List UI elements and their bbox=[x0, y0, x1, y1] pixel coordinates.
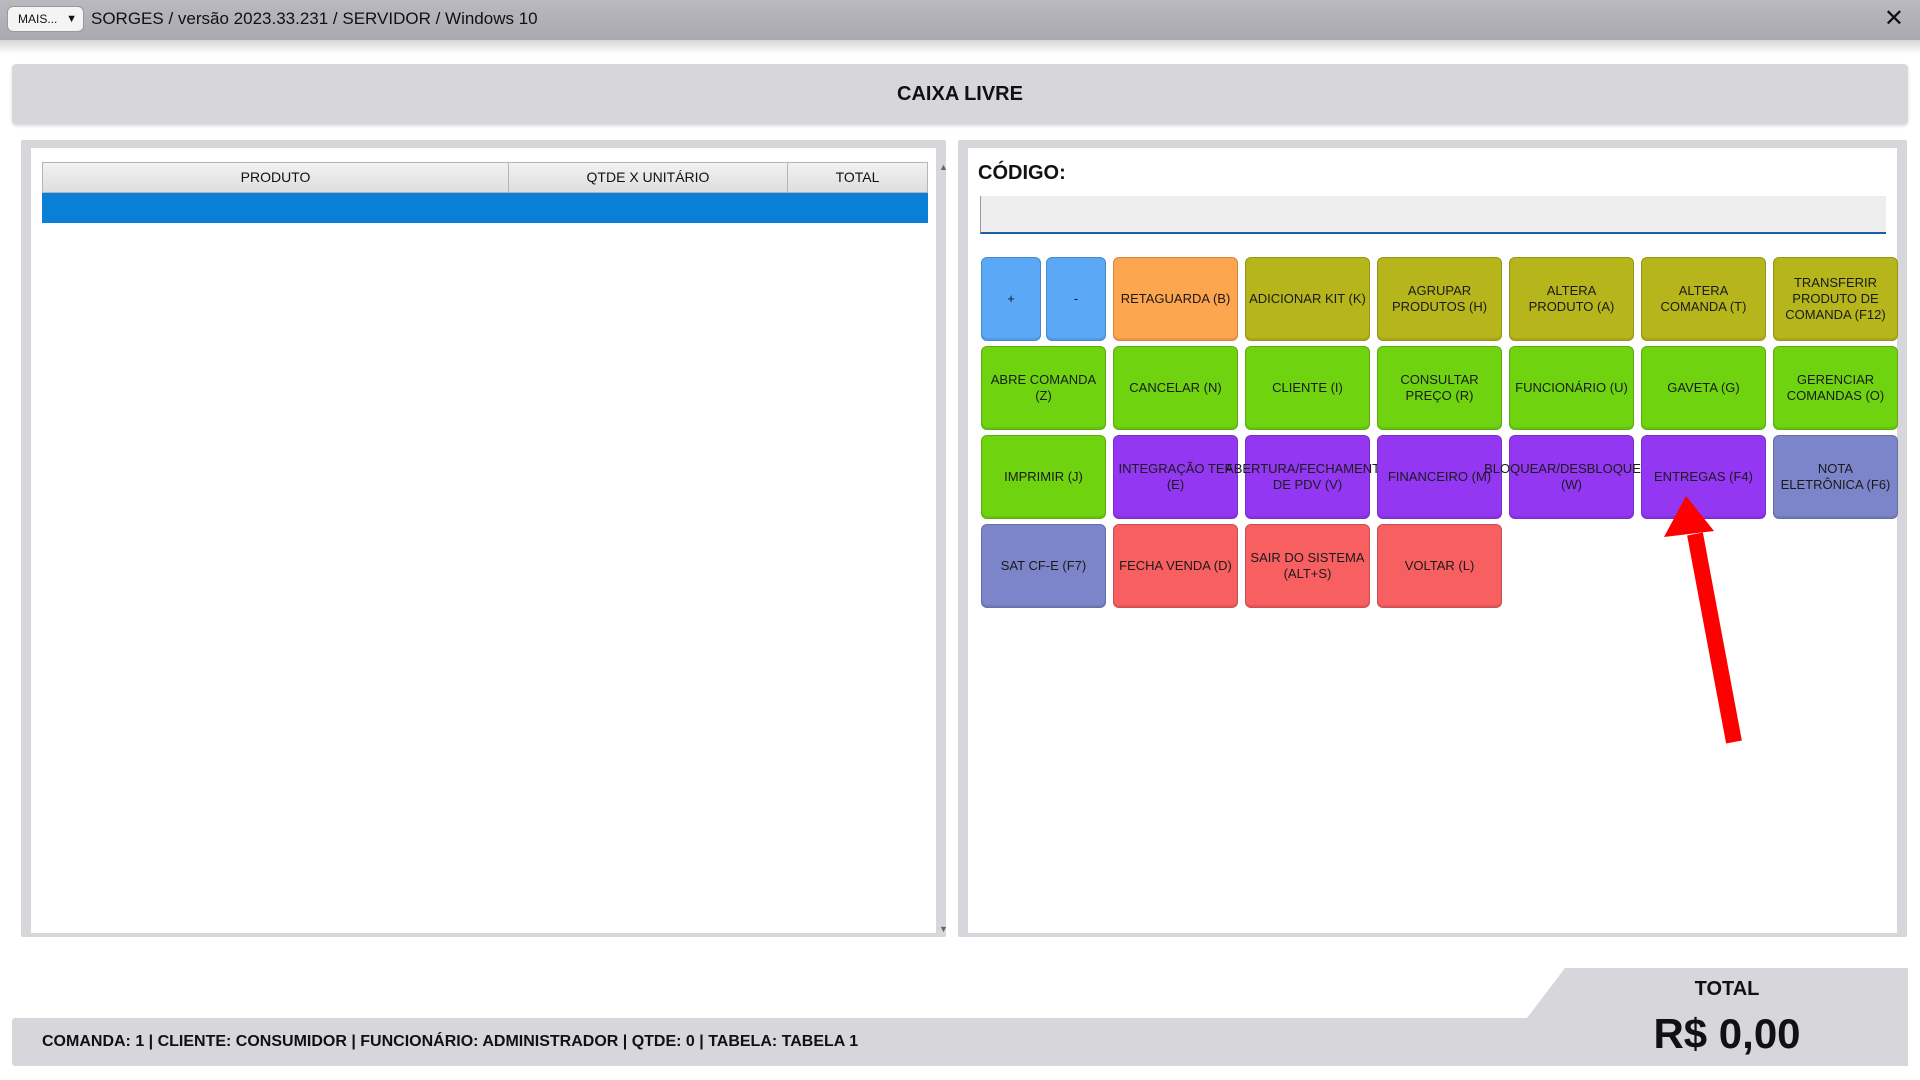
status-info: COMANDA: 1 | CLIENTE: CONSUMIDOR | FUNCI… bbox=[42, 1033, 859, 1050]
total-value: R$ 0,00 bbox=[1653, 1010, 1801, 1057]
annotation-arrow-shaft bbox=[1687, 532, 1742, 744]
annotation-arrow bbox=[1664, 496, 1742, 744]
total-label: TOTAL bbox=[1694, 978, 1760, 1000]
annotation-arrow-head bbox=[1664, 496, 1714, 537]
